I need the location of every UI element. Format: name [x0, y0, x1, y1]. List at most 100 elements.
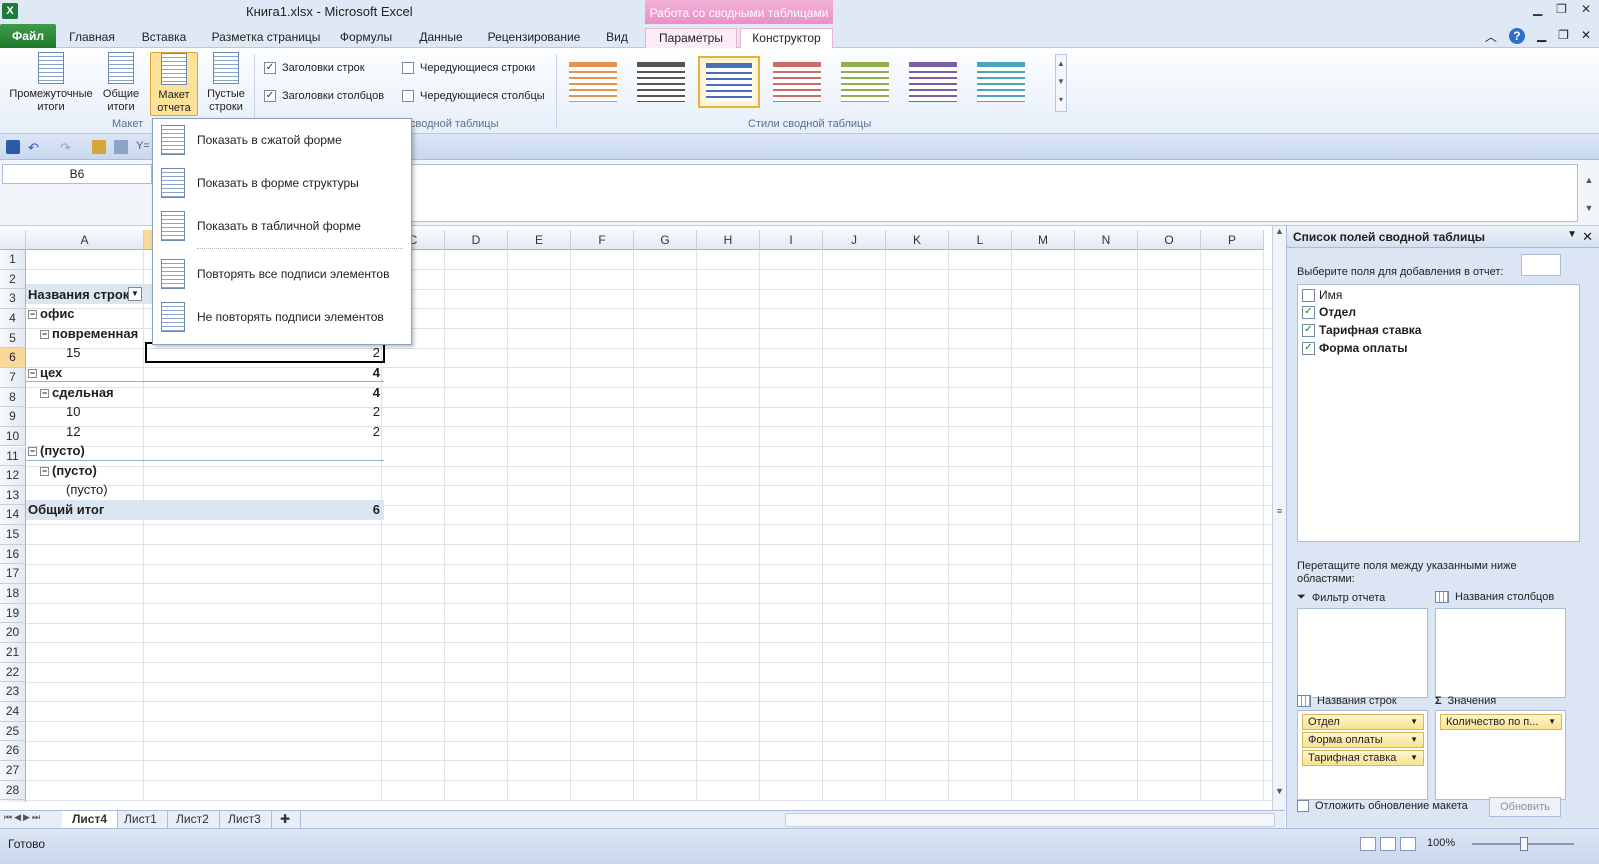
pivot-cell[interactable]: 12	[66, 422, 80, 441]
tab-design[interactable]: Конструктор	[740, 28, 833, 48]
pivot-style-thumbnail[interactable]	[766, 56, 828, 108]
row-header-17[interactable]: 17	[0, 564, 26, 585]
row-header-6[interactable]: 6	[0, 348, 26, 368]
insert-sheet-icon[interactable]: ✚	[270, 811, 302, 829]
tab-view[interactable]: Вид	[600, 28, 634, 48]
pivot-cell[interactable]: (пусто)	[66, 480, 108, 499]
grand-total-cell[interactable]: Общий итог	[28, 500, 104, 519]
row-header-21[interactable]: 21	[0, 643, 26, 663]
row-header-25[interactable]: 25	[0, 721, 26, 742]
values-drop-area[interactable]: Количество по п...	[1435, 710, 1566, 800]
normal-view-icon[interactable]	[1360, 837, 1376, 851]
pivot-value-cell[interactable]: 2	[146, 402, 380, 421]
row-field-chip[interactable]: Форма оплаты	[1302, 732, 1424, 748]
doc-close-icon[interactable]: ✕	[1581, 28, 1591, 45]
redo-icon[interactable]: ↷	[60, 140, 74, 155]
row-header-12[interactable]: 12	[0, 466, 26, 486]
menu-item-compact[interactable]: Показать в сжатой форме	[153, 119, 411, 159]
value-field-chip[interactable]: Количество по п...	[1440, 714, 1562, 730]
blank-rows-button[interactable]: Пустые строки	[202, 52, 250, 114]
tab-insert[interactable]: Вставка	[134, 28, 194, 48]
row-header-28[interactable]: 28	[0, 780, 26, 801]
formula-input[interactable]	[410, 164, 1578, 222]
page-layout-view-icon[interactable]	[1380, 837, 1396, 851]
tab-options[interactable]: Параметры	[645, 28, 737, 48]
row-header-5[interactable]: 5	[0, 328, 26, 349]
row-header-27[interactable]: 27	[0, 760, 26, 781]
menu-item-tabular[interactable]: Показать в табличной форме	[153, 205, 411, 245]
name-box[interactable]: B6	[2, 164, 152, 184]
pivot-value-cell[interactable]: 2	[146, 422, 380, 441]
pivot-style-thumbnail[interactable]	[902, 56, 964, 108]
row-header-3[interactable]: 3	[0, 289, 26, 309]
filter-drop-area[interactable]	[1297, 608, 1428, 698]
vertical-scrollbar[interactable]: ▲ ≡ ▼	[1272, 226, 1286, 810]
undo-icon[interactable]: ↶	[28, 140, 42, 155]
column-header-d[interactable]: D	[445, 230, 508, 250]
sheet-tab-3[interactable]: Лист3	[218, 811, 272, 829]
column-header-p[interactable]: P	[1201, 230, 1264, 250]
pane-options-icon[interactable]: ▼	[1567, 229, 1577, 240]
row-headers-checkbox[interactable]: ✓ Заголовки строк	[264, 62, 365, 74]
tab-file[interactable]: Файл	[0, 24, 56, 48]
grand-total-value[interactable]: 6	[146, 500, 380, 519]
column-header-e[interactable]: E	[508, 230, 571, 250]
collapse-icon[interactable]: −	[40, 330, 49, 339]
pivot-cell[interactable]: − (пусто)	[40, 461, 97, 480]
styles-gallery-scroll[interactable]: ▲ ▼ ▾	[1055, 54, 1067, 112]
tab-review[interactable]: Рецензирование	[482, 28, 586, 48]
pivot-cell[interactable]: − офис	[28, 304, 75, 323]
column-header-h[interactable]: H	[697, 230, 760, 250]
collapse-ribbon-icon[interactable]: ︿	[1485, 28, 1497, 45]
update-button[interactable]: Обновить	[1489, 797, 1561, 817]
row-header-18[interactable]: 18	[0, 584, 26, 604]
save-icon[interactable]	[6, 140, 20, 154]
field-list-layout-icon[interactable]	[1521, 254, 1561, 276]
print-preview-icon[interactable]	[114, 140, 128, 154]
zoom-level[interactable]: 100%	[1427, 837, 1455, 849]
doc-restore-icon[interactable]: ❐	[1558, 28, 1569, 45]
tab-page-layout[interactable]: Разметка страницы	[206, 28, 326, 48]
row-header-16[interactable]: 16	[0, 544, 26, 565]
pivot-cell[interactable]: 10	[66, 402, 80, 421]
pivot-cell[interactable]: − цех	[28, 363, 62, 382]
field-item-name[interactable]: Имя	[1302, 288, 1342, 302]
minimize-icon[interactable]: ▁	[1533, 2, 1542, 16]
filter-dropdown-icon[interactable]: ▼	[128, 287, 142, 301]
col-headers-checkbox[interactable]: ✓ Заголовки столбцов	[264, 90, 384, 102]
row-header-22[interactable]: 22	[0, 662, 26, 683]
row-header-9[interactable]: 9	[0, 407, 26, 427]
pane-close-icon[interactable]: ✕	[1582, 229, 1593, 245]
pivot-cell[interactable]: − сдельная	[40, 383, 114, 402]
pivot-style-thumbnail[interactable]	[630, 56, 692, 108]
zoom-slider-handle[interactable]	[1520, 837, 1528, 851]
sheet-nav-arrows-icon[interactable]: ⏮◀▶⏭	[4, 812, 42, 823]
collapse-icon[interactable]: −	[40, 389, 49, 398]
column-header-j[interactable]: J	[823, 230, 886, 250]
column-header-l[interactable]: L	[949, 230, 1012, 250]
row-header-8[interactable]: 8	[0, 387, 26, 408]
menu-item-repeat-labels[interactable]: Повторять все подписи элементов	[153, 253, 411, 293]
menu-item-outline[interactable]: Показать в форме структуры	[153, 162, 411, 202]
column-header-m[interactable]: M	[1012, 230, 1075, 250]
formula-scroll[interactable]: ▲ ▼	[1581, 166, 1597, 222]
menu-item-no-repeat-labels[interactable]: Не повторять подписи элементов	[153, 296, 411, 336]
page-break-view-icon[interactable]	[1400, 837, 1416, 851]
row-header-11[interactable]: 11	[0, 446, 26, 467]
restore-icon[interactable]: ❐	[1556, 2, 1567, 16]
grand-totals-button[interactable]: Общие итоги	[98, 52, 144, 114]
pivot-cell[interactable]: − повременная	[40, 324, 138, 343]
row-header-23[interactable]: 23	[0, 682, 26, 702]
row-header-4[interactable]: 4	[0, 308, 26, 329]
sheet-tab-2[interactable]: Лист2	[166, 811, 220, 829]
column-header-a[interactable]: A	[26, 230, 144, 250]
banded-rows-checkbox[interactable]: Чередующиеся строки	[402, 62, 535, 74]
row-header-10[interactable]: 10	[0, 426, 26, 447]
tab-home[interactable]: Главная	[64, 28, 120, 48]
tab-formulas[interactable]: Формулы	[336, 28, 396, 48]
collapse-icon[interactable]: −	[40, 467, 49, 476]
pivot-cell[interactable]: 15	[66, 343, 80, 362]
column-header-n[interactable]: N	[1075, 230, 1138, 250]
pivot-style-thumbnail[interactable]	[970, 56, 1032, 108]
doc-minimize-icon[interactable]: ▁	[1537, 28, 1546, 45]
